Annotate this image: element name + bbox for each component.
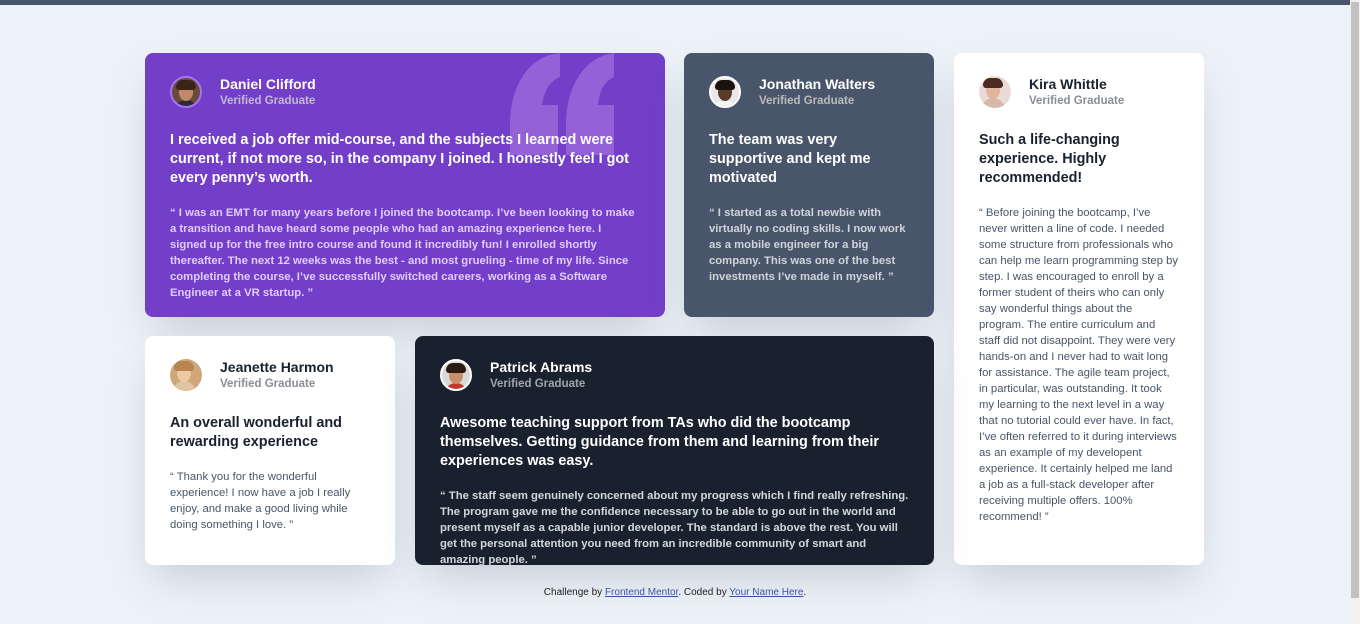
vertical-scrollbar[interactable]: [1350, 0, 1360, 624]
testimonial-title: The team was very supportive and kept me…: [709, 132, 871, 186]
author-role: Verified Graduate: [220, 94, 316, 107]
testimonial-header: Patrick Abrams Verified Graduate: [440, 358, 909, 392]
avatar: [709, 76, 741, 108]
testimonial-title: Awesome teaching support from TAs who di…: [440, 415, 879, 469]
footer-middle: . Coded by: [678, 587, 730, 598]
avatar: [979, 76, 1011, 108]
attribution-footer: Challenge by Frontend Mentor. Coded by Y…: [0, 586, 1350, 599]
author-link[interactable]: Your Name Here: [729, 587, 803, 598]
testimonial-header: Jonathan Walters Verified Graduate: [709, 75, 909, 109]
author-role: Verified Graduate: [759, 94, 855, 107]
author-name: Kira Whittle: [1029, 75, 1107, 92]
author-role: Verified Graduate: [490, 377, 586, 390]
author-role: Verified Graduate: [1029, 94, 1125, 107]
testimonial-quote: “ Before joining the bootcamp, I’ve neve…: [979, 207, 1179, 523]
testimonial-header: Kira Whittle Verified Graduate: [979, 75, 1179, 109]
author-name: Jonathan Walters: [759, 75, 876, 92]
frontend-mentor-link[interactable]: Frontend Mentor: [605, 587, 678, 598]
testimonial-card-kira: Kira Whittle Verified Graduate Such a li…: [954, 53, 1204, 565]
top-accent-bar: [0, 0, 1350, 5]
scrollbar-thumb[interactable]: [1351, 2, 1359, 598]
testimonial-quote: “ I was an EMT for many years before I j…: [170, 207, 635, 299]
avatar: [170, 76, 202, 108]
author-name: Daniel Clifford: [220, 75, 316, 92]
testimonial-title: An overall wonderful and rewarding exper…: [170, 415, 342, 450]
testimonial-card-jonathan: Jonathan Walters Verified Graduate The t…: [684, 53, 934, 317]
testimonial-title: I received a job offer mid-course, and t…: [170, 132, 629, 186]
footer-suffix: .: [803, 587, 807, 598]
avatar: [170, 359, 202, 391]
testimonial-title: Such a life-changing experience. Highly …: [979, 132, 1120, 186]
footer-prefix: Challenge by: [543, 587, 605, 598]
testimonial-header: Jeanette Harmon Verified Graduate: [170, 358, 370, 392]
author-name: Jeanette Harmon: [220, 358, 334, 375]
testimonial-card-daniel: Daniel Clifford Verified Graduate I rece…: [145, 53, 665, 317]
testimonial-card-patrick: Patrick Abrams Verified Graduate Awesome…: [415, 336, 934, 565]
testimonial-quote: “ Thank you for the wonderful experience…: [170, 471, 351, 531]
author-name: Patrick Abrams: [490, 358, 593, 375]
testimonial-header: Daniel Clifford Verified Graduate: [170, 75, 640, 109]
testimonial-quote: “ I started as a total newbie with virtu…: [709, 207, 906, 283]
author-role: Verified Graduate: [220, 377, 316, 390]
avatar: [440, 359, 472, 391]
testimonial-quote: “ The staff seem genuinely concerned abo…: [440, 490, 909, 565]
testimonial-card-jeanette: Jeanette Harmon Verified Graduate An ove…: [145, 336, 395, 565]
